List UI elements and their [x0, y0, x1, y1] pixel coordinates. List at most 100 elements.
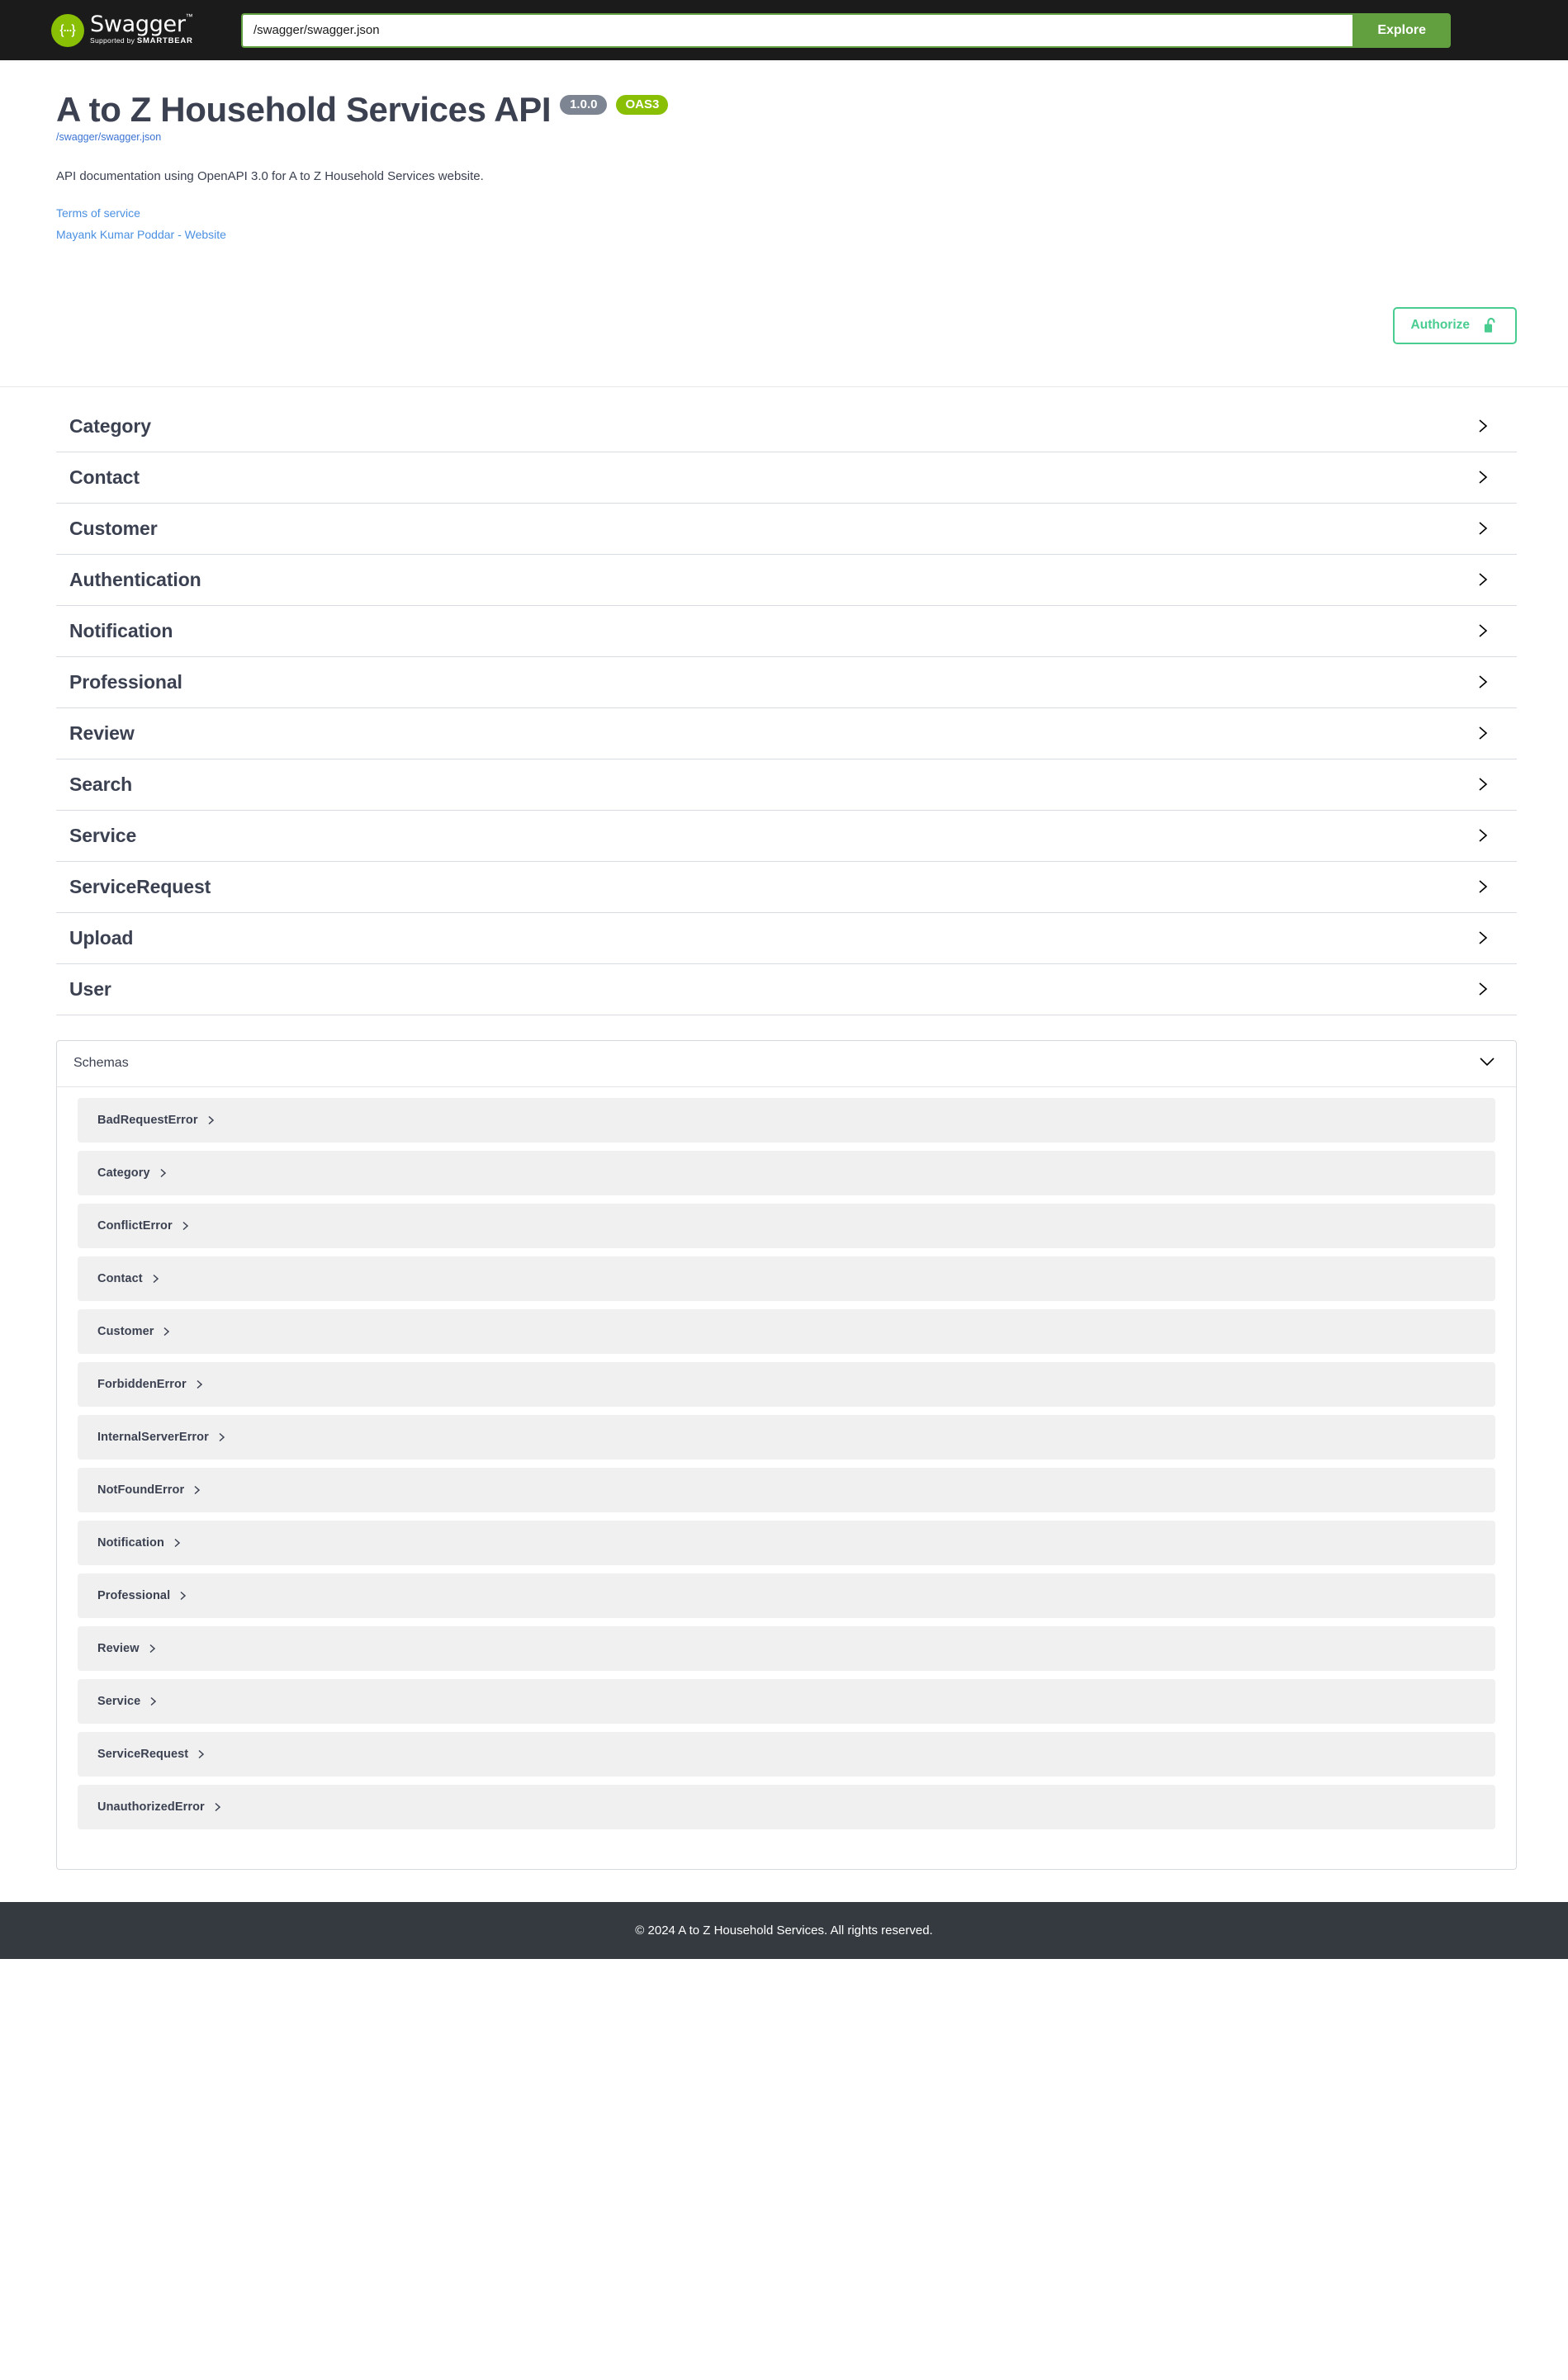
chevron-right-icon[interactable]: [1476, 776, 1490, 793]
schema-row-customer[interactable]: Customer: [78, 1308, 1495, 1354]
authorize-button-label: Authorize: [1410, 318, 1470, 333]
tag-name: Professional: [69, 670, 182, 693]
tag-row-search[interactable]: Search: [56, 759, 1517, 811]
tag-row-category[interactable]: Category: [56, 401, 1517, 452]
logo-trademark: ™: [185, 12, 193, 21]
chevron-right-icon[interactable]: [149, 1696, 158, 1707]
tag-name: Customer: [69, 517, 158, 539]
spec-url-input[interactable]: [241, 12, 1353, 48]
chevron-right-icon[interactable]: [1476, 878, 1490, 895]
chevron-right-icon[interactable]: [159, 1167, 168, 1179]
chevron-right-icon[interactable]: [1476, 520, 1490, 537]
chevron-right-icon[interactable]: [195, 1379, 204, 1390]
chevron-right-icon[interactable]: [1476, 418, 1490, 434]
swagger-braces-icon: [51, 13, 84, 47]
chevron-right-icon[interactable]: [178, 1590, 187, 1602]
page-footer: © 2024 A to Z Household Services. All ri…: [0, 1901, 1568, 1959]
spec-url-form: Explore: [241, 12, 1451, 48]
chevron-right-icon[interactable]: [217, 1431, 226, 1443]
tag-name: Upload: [69, 926, 134, 949]
chevron-right-icon[interactable]: [181, 1220, 190, 1232]
swagger-wordmark: Swagger™ Supported by SMARTBEAR: [90, 13, 193, 47]
chevron-right-icon[interactable]: [213, 1801, 222, 1813]
tag-name: Review: [69, 722, 135, 744]
schema-row-category[interactable]: Category: [78, 1150, 1495, 1195]
api-info-block: A to Z Household Services API 1.0.0 OAS3…: [0, 60, 1568, 246]
schemas-panel: Schemas BadRequestError Category Conflic…: [56, 1039, 1517, 1870]
tag-row-review[interactable]: Review: [56, 708, 1517, 759]
chevron-right-icon[interactable]: [148, 1643, 157, 1654]
chevron-right-icon[interactable]: [1476, 469, 1490, 485]
schema-name: UnauthorizedError: [97, 1800, 205, 1814]
schema-row-notification[interactable]: Notification: [78, 1520, 1495, 1565]
schema-row-servicerequest[interactable]: ServiceRequest: [78, 1731, 1495, 1777]
tag-row-user[interactable]: User: [56, 964, 1517, 1015]
topbar: Swagger™ Supported by SMARTBEAR Explore: [0, 0, 1568, 60]
chevron-right-icon[interactable]: [1476, 622, 1490, 639]
tag-name: User: [69, 977, 111, 1000]
tag-row-servicerequest[interactable]: ServiceRequest: [56, 862, 1517, 913]
chevron-right-icon[interactable]: [1476, 827, 1490, 844]
chevron-right-icon[interactable]: [192, 1484, 201, 1496]
explore-button[interactable]: Explore: [1352, 12, 1451, 48]
chevron-right-icon[interactable]: [1476, 674, 1490, 690]
schemas-body: BadRequestError Category ConflictError C…: [57, 1087, 1516, 1869]
schema-name: ServiceRequest: [97, 1747, 189, 1761]
contact-website-link[interactable]: Mayank Kumar Poddar - Website: [56, 225, 1517, 246]
api-info-links: Terms of service Mayank Kumar Poddar - W…: [56, 203, 1517, 246]
tag-name: Search: [69, 773, 133, 795]
schema-row-internalservererror[interactable]: InternalServerError: [78, 1414, 1495, 1460]
schema-row-forbiddenerror[interactable]: ForbiddenError: [78, 1361, 1495, 1407]
chevron-right-icon[interactable]: [162, 1326, 171, 1337]
api-description: API documentation using OpenAPI 3.0 for …: [56, 169, 484, 184]
schema-row-review[interactable]: Review: [78, 1625, 1495, 1671]
page-content: A to Z Household Services API 1.0.0 OAS3…: [0, 60, 1568, 1870]
schema-name: Professional: [97, 1588, 171, 1602]
tag-name: Category: [69, 414, 151, 437]
logo-word: Swagger: [90, 12, 186, 38]
chevron-right-icon[interactable]: [173, 1537, 182, 1549]
tag-row-authentication[interactable]: Authentication: [56, 555, 1517, 606]
schema-row-contact[interactable]: Contact: [78, 1256, 1495, 1301]
schema-name: Contact: [97, 1271, 143, 1285]
page-title: A to Z Household Services API: [56, 90, 552, 129]
schema-name: Customer: [97, 1324, 154, 1338]
schema-row-badrequesterror[interactable]: BadRequestError: [78, 1097, 1495, 1143]
tag-name: Contact: [69, 466, 140, 488]
logo-smartbear-brand: SMARTBEAR: [136, 36, 193, 46]
tag-row-customer[interactable]: Customer: [56, 504, 1517, 555]
swagger-logo[interactable]: Swagger™ Supported by SMARTBEAR: [51, 13, 241, 47]
chevron-right-icon[interactable]: [1476, 571, 1490, 588]
schema-name: InternalServerError: [97, 1430, 209, 1444]
chevron-right-icon[interactable]: [197, 1748, 206, 1760]
schemas-header[interactable]: Schemas: [57, 1041, 1516, 1087]
chevron-right-icon[interactable]: [1476, 725, 1490, 741]
tag-row-contact[interactable]: Contact: [56, 452, 1517, 504]
chevron-right-icon[interactable]: [151, 1273, 160, 1285]
schema-row-unauthorizederror[interactable]: UnauthorizedError: [78, 1784, 1495, 1829]
spec-url-link[interactable]: /swagger/swagger.json: [56, 131, 161, 143]
authorize-button[interactable]: Authorize: [1392, 306, 1517, 344]
schema-row-professional[interactable]: Professional: [78, 1573, 1495, 1618]
tag-row-upload[interactable]: Upload: [56, 913, 1517, 964]
schema-row-notfounderror[interactable]: NotFoundError: [78, 1467, 1495, 1512]
chevron-right-icon[interactable]: [1476, 981, 1490, 997]
chevron-down-icon[interactable]: [1478, 1056, 1496, 1072]
logo-supported-prefix: Supported by: [90, 36, 137, 45]
chevron-right-icon[interactable]: [206, 1114, 216, 1126]
tag-list: Category Contact Customer Authentication…: [0, 387, 1568, 1015]
schema-name: Review: [97, 1641, 140, 1655]
title-row: A to Z Household Services API 1.0.0 OAS3: [56, 90, 1517, 129]
oas-version-badge: OAS3: [616, 95, 669, 115]
schema-row-service[interactable]: Service: [78, 1678, 1495, 1724]
tag-name: Notification: [69, 619, 173, 641]
terms-of-service-link[interactable]: Terms of service: [56, 203, 1517, 225]
chevron-right-icon[interactable]: [1476, 930, 1490, 946]
tag-row-professional[interactable]: Professional: [56, 657, 1517, 708]
tag-row-service[interactable]: Service: [56, 811, 1517, 862]
schema-row-conflicterror[interactable]: ConflictError: [78, 1203, 1495, 1248]
schema-name: ForbiddenError: [97, 1377, 187, 1391]
schema-name: Notification: [97, 1535, 164, 1550]
tag-row-notification[interactable]: Notification: [56, 606, 1517, 657]
schema-name: Category: [97, 1166, 150, 1180]
